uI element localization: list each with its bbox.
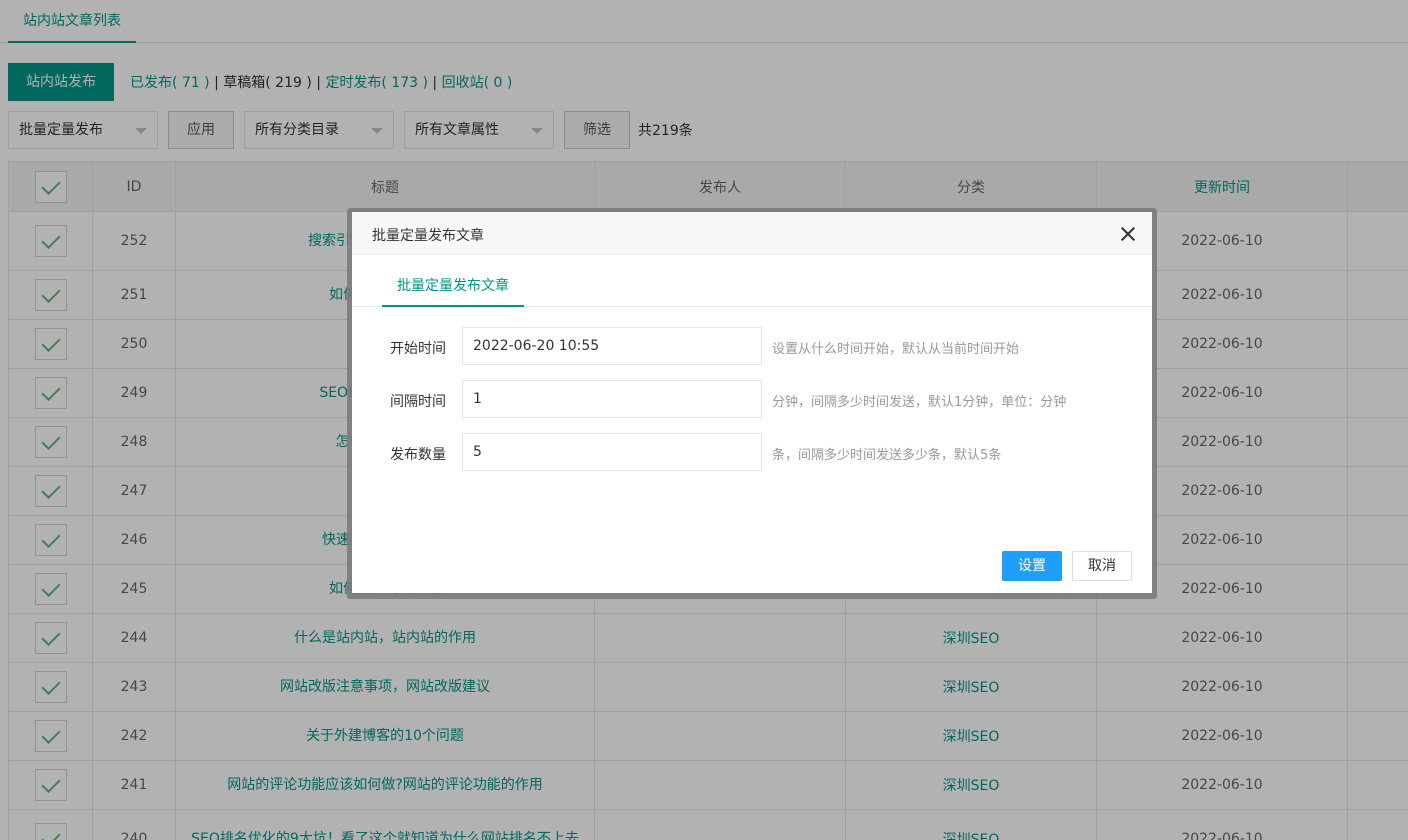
start-time-hint: 设置从什么时间开始，默认从当前时间开始	[772, 342, 1020, 357]
dialog-header: 批量定量发布文章	[352, 212, 1152, 255]
dialog-tab-bar: 批量定量发布文章	[352, 266, 1152, 307]
quantity-input[interactable]	[462, 433, 762, 471]
close-icon[interactable]	[1120, 226, 1136, 242]
dialog-title: 批量定量发布文章	[372, 228, 484, 244]
interval-hint: 分钟，间隔多少时间发送，默认1分钟，单位：分钟	[772, 395, 1067, 410]
quantity-label: 发布数量	[390, 447, 446, 463]
interval-input[interactable]	[462, 380, 762, 418]
quantity-hint: 条，间隔多少时间发送多少条，默认5条	[772, 448, 1002, 463]
start-time-input[interactable]	[462, 327, 762, 365]
confirm-button[interactable]: 设置	[1002, 551, 1062, 581]
interval-label: 间隔时间	[390, 394, 446, 410]
start-time-label: 开始时间	[390, 341, 446, 357]
cancel-button[interactable]: 取消	[1072, 551, 1132, 581]
batch-publish-dialog: 批量定量发布文章 批量定量发布文章 开始时间 设置从什么时间开始，默认从当前时间…	[352, 212, 1152, 593]
dialog-tab[interactable]: 批量定量发布文章	[382, 266, 524, 307]
